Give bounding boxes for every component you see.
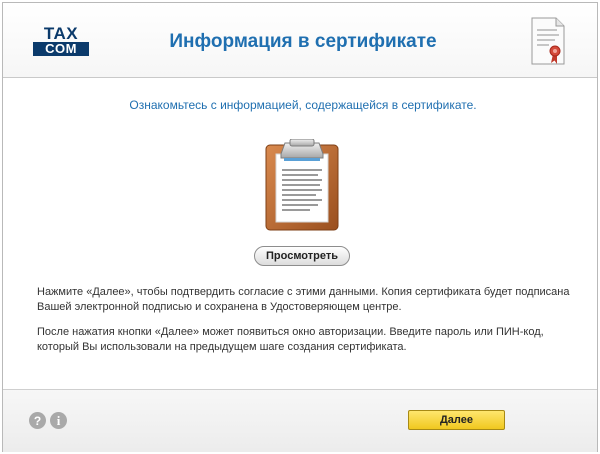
clipboard-icon	[265, 139, 339, 231]
info-icon[interactable]: i	[50, 412, 67, 429]
confirmation-text: Нажмите «Далее», чтобы подтвердить согла…	[37, 286, 570, 313]
help-icon[interactable]: ?	[29, 412, 46, 429]
instruction-subtitle: Ознакомьтесь с информацией, содержащейся…	[129, 98, 477, 112]
next-button[interactable]: Далее	[408, 410, 505, 430]
page-title: Информация в сертификате	[169, 31, 437, 52]
footer: ? i Далее	[3, 389, 597, 452]
view-certificate-button[interactable]: Просмотреть	[254, 246, 350, 266]
header: TAX COM Информация в сертификате	[3, 3, 597, 78]
authorization-note: После нажатия кнопки «Далее» может появи…	[37, 326, 544, 353]
certificate-wizard-window: TAX COM Информация в сертификате Ознаком…	[2, 2, 598, 452]
certificate-icon	[531, 17, 565, 65]
